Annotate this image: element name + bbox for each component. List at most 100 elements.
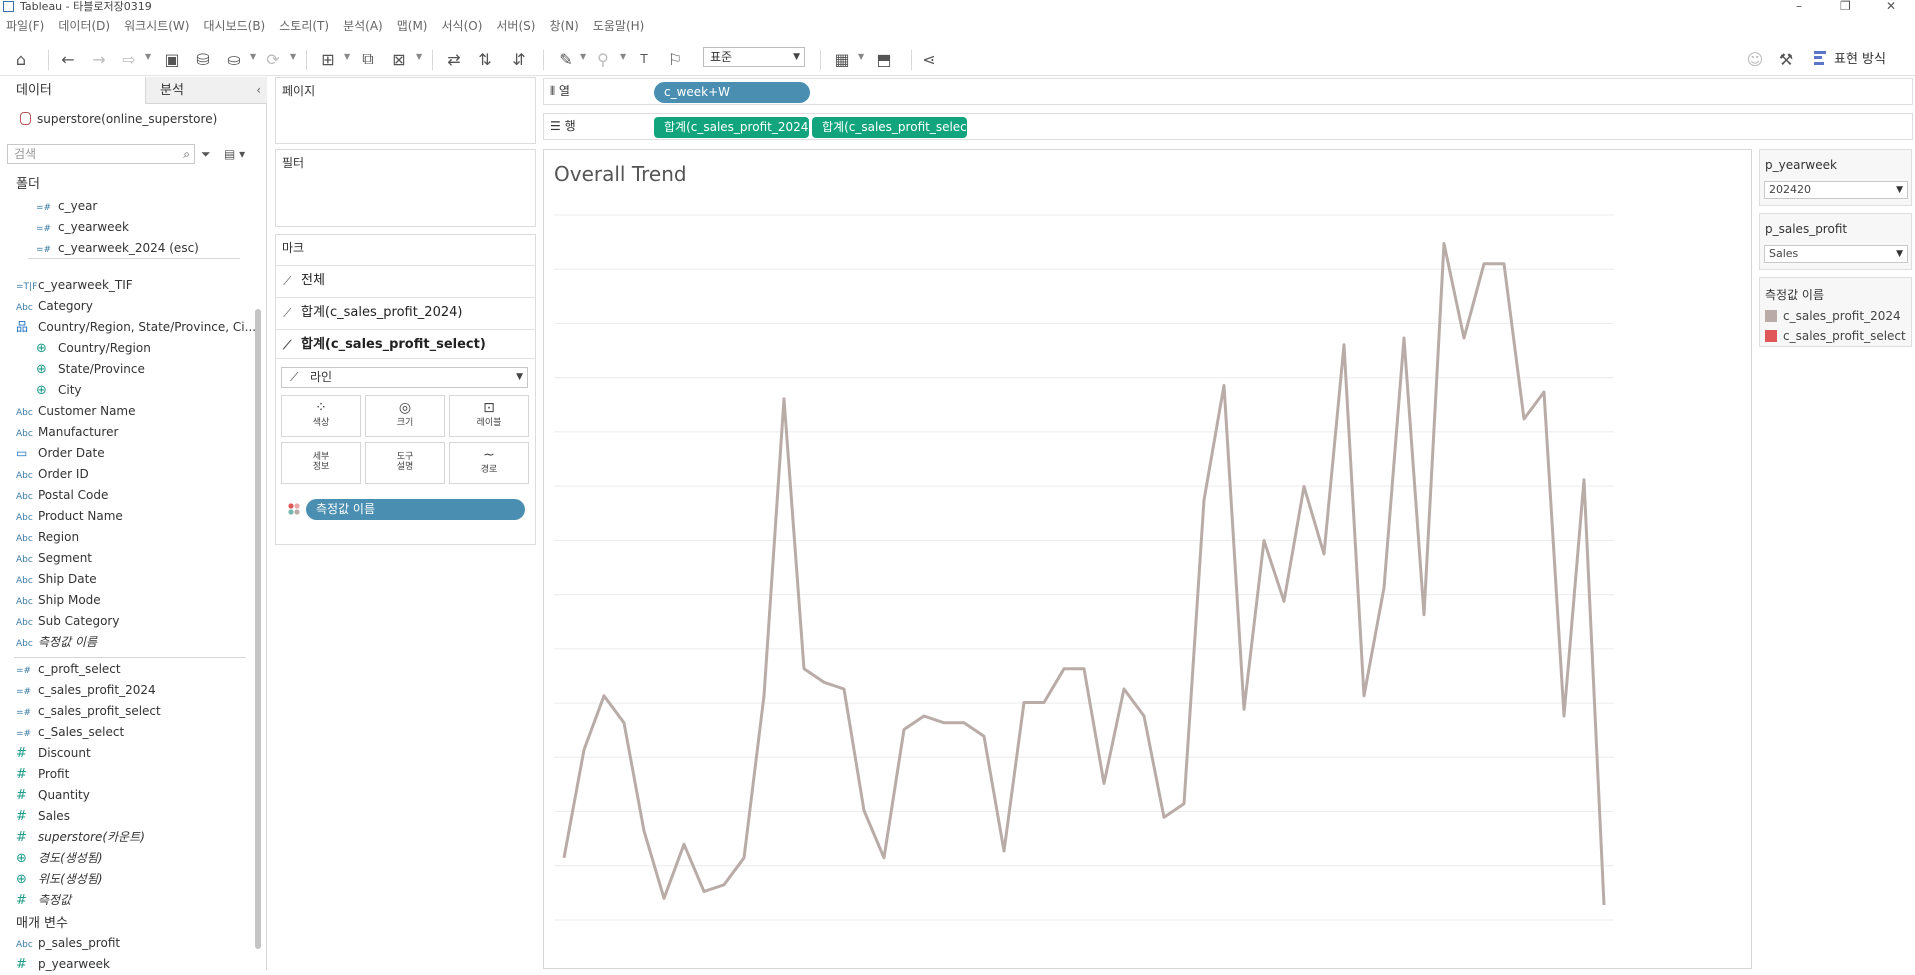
measure-field-item[interactable]: =# c_sales_profit_select: [16, 701, 161, 722]
group-members-icon[interactable]: ⚲: [592, 48, 614, 70]
highlight-icon[interactable]: ✎: [555, 48, 577, 70]
dimension-field-item[interactable]: Abc Customer Name: [16, 401, 136, 422]
folder-field-item[interactable]: =# c_year: [36, 196, 97, 217]
path-button[interactable]: ∼ 경로: [449, 442, 529, 484]
home-icon[interactable]: ⌂: [10, 48, 32, 70]
chevron-down-icon[interactable]: ▼: [620, 52, 626, 61]
tooltip-button[interactable]: 도구 설명: [365, 442, 445, 484]
menu-map[interactable]: 맵(M): [391, 16, 436, 36]
folder-field-item[interactable]: =# c_yearweek: [36, 217, 129, 238]
format-painter-icon[interactable]: ⚒: [1775, 48, 1797, 70]
dimension-field-item[interactable]: Abc Category: [16, 296, 93, 317]
dimension-field-item[interactable]: Abc Ship Mode: [16, 590, 101, 611]
chevron-down-icon[interactable]: ▼: [290, 52, 296, 61]
new-datasource-icon[interactable]: ⛁: [192, 48, 214, 70]
duplicate-icon[interactable]: ⧉: [357, 48, 379, 70]
measure-field-item[interactable]: ⊕ 위도(생성됨): [16, 869, 103, 890]
line-chart[interactable]: [544, 150, 1753, 970]
minimize-icon[interactable]: –: [1796, 0, 1802, 12]
tableau-agent-icon[interactable]: ☺: [1744, 48, 1766, 70]
new-worksheet-icon[interactable]: ⊞: [317, 48, 339, 70]
sort-descending-icon[interactable]: ⇵: [508, 48, 530, 70]
measure-names-pill[interactable]: 측정값 이름: [306, 499, 525, 520]
dimension-field-item[interactable]: Abc Manufacturer: [16, 422, 118, 443]
show-labels-icon[interactable]: T: [633, 48, 655, 70]
share-icon[interactable]: ⋖: [918, 48, 940, 70]
presentation-mode-icon[interactable]: ⬒: [873, 48, 895, 70]
series-line-0[interactable]: [562, 242, 1606, 906]
rows-pill-profit-2024[interactable]: 합계(c_sales_profit_2024): [654, 117, 809, 138]
size-button[interactable]: ◎ 크기: [365, 395, 445, 437]
fit-select[interactable]: 표준 ▼: [703, 47, 805, 67]
chevron-down-icon[interactable]: ▼: [145, 52, 151, 61]
marks-tab-profit-2024[interactable]: ⟋ 합계(c_sales_profit_2024): [275, 297, 536, 327]
tab-analysis[interactable]: 분석: [145, 77, 267, 104]
measure-field-item[interactable]: # superstore(카운트): [16, 827, 145, 848]
dimension-field-item[interactable]: Abc Order ID: [16, 464, 89, 485]
dimension-field-item[interactable]: Abc Postal Code: [16, 485, 108, 506]
close-icon[interactable]: ✕: [1886, 0, 1896, 12]
chevron-down-icon[interactable]: ▼: [250, 52, 256, 61]
measure-field-item[interactable]: ⊕ 경도(생성됨): [16, 848, 103, 869]
show-cards-icon[interactable]: ▦: [831, 48, 853, 70]
refresh-icon[interactable]: ⟳: [262, 48, 284, 70]
chevron-down-icon[interactable]: ▼: [580, 52, 586, 61]
dimension-field-item[interactable]: ⊕ City: [36, 380, 82, 401]
show-me-button[interactable]: 표현 방식: [1814, 48, 1886, 67]
measure-field-item[interactable]: # Profit: [16, 764, 69, 785]
parameter-field-item[interactable]: Abc p_sales_profit: [16, 933, 120, 954]
sort-ascending-icon[interactable]: ⇅: [474, 48, 496, 70]
label-button[interactable]: ⊡ 레이블: [449, 395, 529, 437]
menu-file[interactable]: 파일(F): [0, 16, 52, 36]
columns-pill-week[interactable]: c_week+W: [654, 82, 810, 103]
fix-axes-icon[interactable]: ⚐: [664, 48, 686, 70]
parameter-field-item[interactable]: # p_yearweek: [16, 954, 110, 975]
pause-updates-icon[interactable]: ⛀: [223, 48, 245, 70]
mark-type-select[interactable]: ⟋ 라인 ▼: [281, 367, 528, 388]
chevron-down-icon[interactable]: ▼: [344, 52, 350, 61]
legend-item[interactable]: c_sales_profit_2024: [1765, 309, 1901, 323]
datasource-item[interactable]: superstore(online_superstore): [20, 112, 217, 126]
menu-window[interactable]: 창(N): [543, 16, 586, 36]
undo-icon[interactable]: ←: [57, 48, 79, 70]
dimension-field-item[interactable]: ⊕ State/Province: [36, 359, 145, 380]
measure-field-item[interactable]: =# c_sales_profit_2024: [16, 680, 156, 701]
collapse-pane-icon[interactable]: ‹: [256, 83, 261, 97]
dimension-field-item[interactable]: Abc 측정값 이름: [16, 632, 97, 653]
marks-tab-profit-select[interactable]: ⟋ 합계(c_sales_profit_select): [275, 329, 536, 359]
search-input[interactable]: 검색 ⌕: [7, 144, 195, 164]
dimension-field-item[interactable]: Abc Ship Date: [16, 569, 97, 590]
dimension-field-item[interactable]: Abc Segment: [16, 548, 92, 569]
swap-icon[interactable]: ⇄: [443, 48, 465, 70]
menu-story[interactable]: 스토리(T): [273, 16, 337, 36]
rows-pill-profit-select[interactable]: 합계(c_sales_profit_selec..: [812, 117, 967, 138]
marks-tab-all[interactable]: ⟋ 전체: [275, 265, 536, 295]
worksheet-view[interactable]: Overall Trend: [543, 149, 1752, 969]
view-options-icon[interactable]: ▤ ▾: [224, 147, 245, 161]
measure-field-item[interactable]: # Sales: [16, 806, 70, 827]
menu-format[interactable]: 서식(O): [436, 16, 491, 36]
dimension-field-item[interactable]: 品 Country/Region, State/Province, Ci...: [16, 317, 256, 338]
chevron-down-icon[interactable]: ▼: [416, 52, 422, 61]
dimension-field-item[interactable]: ⊕ Country/Region: [36, 338, 151, 359]
chevron-down-icon[interactable]: ▼: [858, 52, 864, 61]
dimension-field-item[interactable]: Abc Product Name: [16, 506, 123, 527]
clear-sheet-icon[interactable]: ⊠: [388, 48, 410, 70]
param-sales-profit-select[interactable]: Sales ▼: [1764, 245, 1908, 263]
dimension-field-item[interactable]: Abc Sub Category: [16, 611, 119, 632]
measure-field-item[interactable]: =# c_proft_select: [16, 659, 121, 680]
color-button[interactable]: ⁘ 색상: [281, 395, 361, 437]
legend-item[interactable]: c_sales_profit_select: [1765, 329, 1906, 343]
menu-dashboard[interactable]: 대시보드(B): [197, 16, 273, 36]
redo-icon[interactable]: →: [88, 48, 110, 70]
replay-icon[interactable]: ⇨: [118, 48, 140, 70]
filter-icon[interactable]: ⏷: [201, 147, 211, 162]
measure-field-item[interactable]: # Quantity: [16, 785, 90, 806]
pages-card[interactable]: 페이지: [275, 77, 536, 144]
measure-field-item[interactable]: # 측정값: [16, 890, 71, 911]
save-icon[interactable]: ▣: [161, 48, 183, 70]
param-yearweek-select[interactable]: 202420 ▼: [1764, 181, 1908, 199]
menu-help[interactable]: 도움말(H): [587, 16, 653, 36]
menu-data[interactable]: 데이터(D): [52, 16, 118, 36]
measure-field-item[interactable]: =# c_Sales_select: [16, 722, 124, 743]
